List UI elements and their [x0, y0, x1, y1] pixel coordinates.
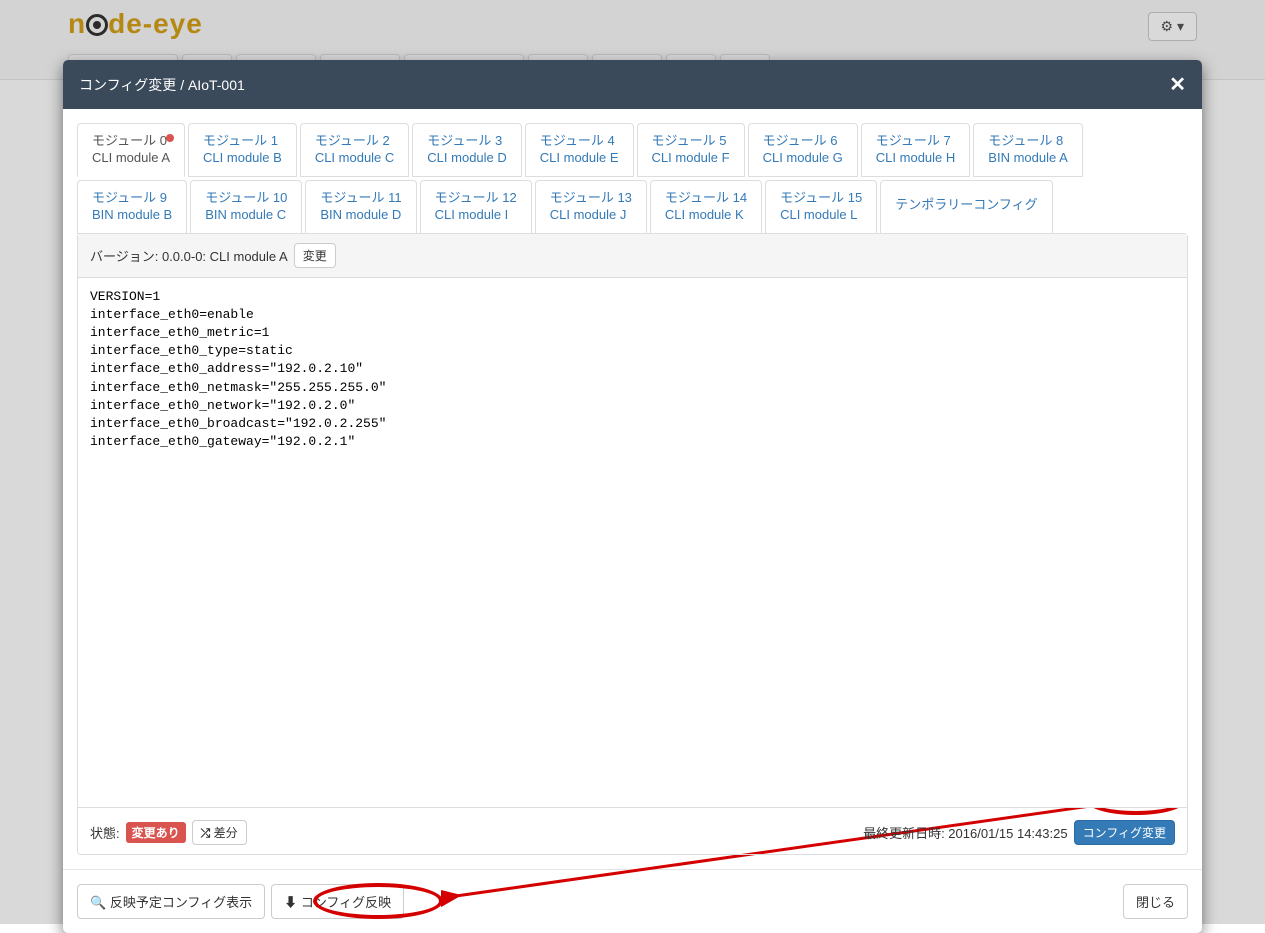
module-tab-11[interactable]: モジュール 11BIN module D — [305, 180, 416, 234]
diff-button[interactable]: ⤮ 差分 — [192, 820, 247, 845]
module-tabs: モジュール 0CLI module Aモジュール 1CLI module Bモジ… — [77, 123, 1188, 234]
status-badge: 変更あり — [126, 822, 186, 843]
module-tab-0[interactable]: モジュール 0CLI module A — [77, 123, 185, 177]
module-tab-7[interactable]: モジュール 7CLI module H — [861, 123, 970, 177]
module-tab-10[interactable]: モジュール 10BIN module C — [190, 180, 302, 234]
modal-header: コンフィグ変更 / AIoT-001 ✕ — [63, 60, 1202, 109]
modal-title: コンフィグ変更 / AIoT-001 — [79, 75, 245, 95]
module-tab-13[interactable]: モジュール 13CLI module J — [535, 180, 647, 234]
search-icon: 🔍 — [90, 895, 106, 910]
module-tab-15[interactable]: モジュール 15CLI module L — [765, 180, 877, 234]
module-tab-3[interactable]: モジュール 3CLI module D — [412, 123, 521, 177]
module-tab-14[interactable]: モジュール 14CLI module K — [650, 180, 762, 234]
config-change-button[interactable]: コンフィグ変更 — [1074, 820, 1175, 845]
close-icon[interactable]: ✕ — [1169, 72, 1186, 97]
modal-footer: 🔍 反映予定コンフィグ表示 ⬇ コンフィグ反映 閉じる — [63, 869, 1202, 933]
version-label: バージョン: 0.0.0-0: CLI module A — [90, 246, 288, 265]
module-tab-2[interactable]: モジュール 2CLI module C — [300, 123, 409, 177]
reflect-config-button[interactable]: ⬇ コンフィグ反映 — [271, 884, 404, 919]
module-tab-5[interactable]: モジュール 5CLI module F — [637, 123, 745, 177]
last-updated-label: 最終更新日時: 2016/01/15 14:43:25 — [863, 823, 1068, 842]
module-tab-12[interactable]: モジュール 12CLI module I — [420, 180, 532, 234]
config-textarea[interactable] — [78, 278, 1187, 808]
temporary-config-tab[interactable]: テンポラリーコンフィグ — [880, 180, 1052, 234]
module-tab-4[interactable]: モジュール 4CLI module E — [525, 123, 634, 177]
panel-heading: バージョン: 0.0.0-0: CLI module A 変更 — [78, 234, 1187, 278]
module-tab-8[interactable]: モジュール 8BIN module A — [973, 123, 1083, 177]
download-icon: ⬇ — [284, 895, 297, 910]
close-button[interactable]: 閉じる — [1123, 884, 1188, 919]
status-label: 状態: — [90, 823, 120, 842]
show-pending-config-button[interactable]: 🔍 反映予定コンフィグ表示 — [77, 884, 265, 919]
config-panel: バージョン: 0.0.0-0: CLI module A 変更 状態: 変更あり… — [77, 233, 1188, 855]
module-tab-1[interactable]: モジュール 1CLI module B — [188, 123, 297, 177]
config-change-modal: コンフィグ変更 / AIoT-001 ✕ モジュール 0CLI module A… — [63, 60, 1202, 933]
shuffle-icon: ⤮ — [201, 826, 211, 840]
module-tab-6[interactable]: モジュール 6CLI module G — [748, 123, 858, 177]
changed-indicator-icon — [166, 134, 174, 142]
module-tab-9[interactable]: モジュール 9BIN module B — [77, 180, 187, 234]
version-change-button[interactable]: 変更 — [294, 243, 336, 268]
panel-footer: 状態: 変更あり ⤮ 差分 最終更新日時: 2016/01/15 14:43:2… — [78, 811, 1187, 854]
